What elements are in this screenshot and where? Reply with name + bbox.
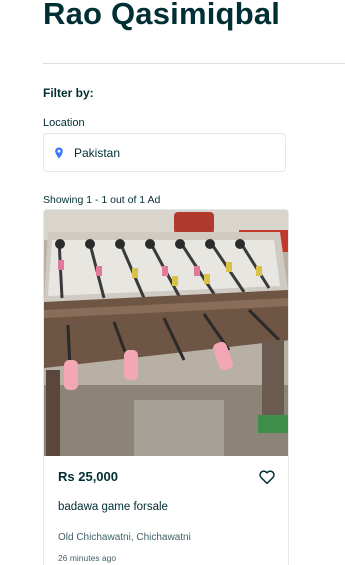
location-filter-field[interactable]: Pakistan [43, 133, 286, 172]
ad-location: Old Chichawatni, Chichawatni [58, 532, 191, 543]
ad-title[interactable]: badawa game forsale [58, 501, 168, 513]
ad-card[interactable]: Rs 25,000 badawa game forsale Old Chicha… [43, 209, 289, 565]
ad-price: Rs 25,000 [58, 469, 118, 484]
filter-heading: Filter by: [43, 86, 94, 100]
location-label: Location [43, 117, 85, 129]
ad-time: 26 minutes ago [58, 553, 117, 563]
divider [43, 63, 345, 64]
results-count: Showing 1 - 1 out of 1 Ad [43, 194, 161, 206]
map-pin-icon [54, 147, 64, 159]
page-title: Rao Qasimiqbal [43, 0, 281, 31]
ad-image[interactable] [44, 210, 288, 456]
location-value: Pakistan [74, 145, 121, 160]
heart-icon[interactable] [258, 468, 276, 486]
